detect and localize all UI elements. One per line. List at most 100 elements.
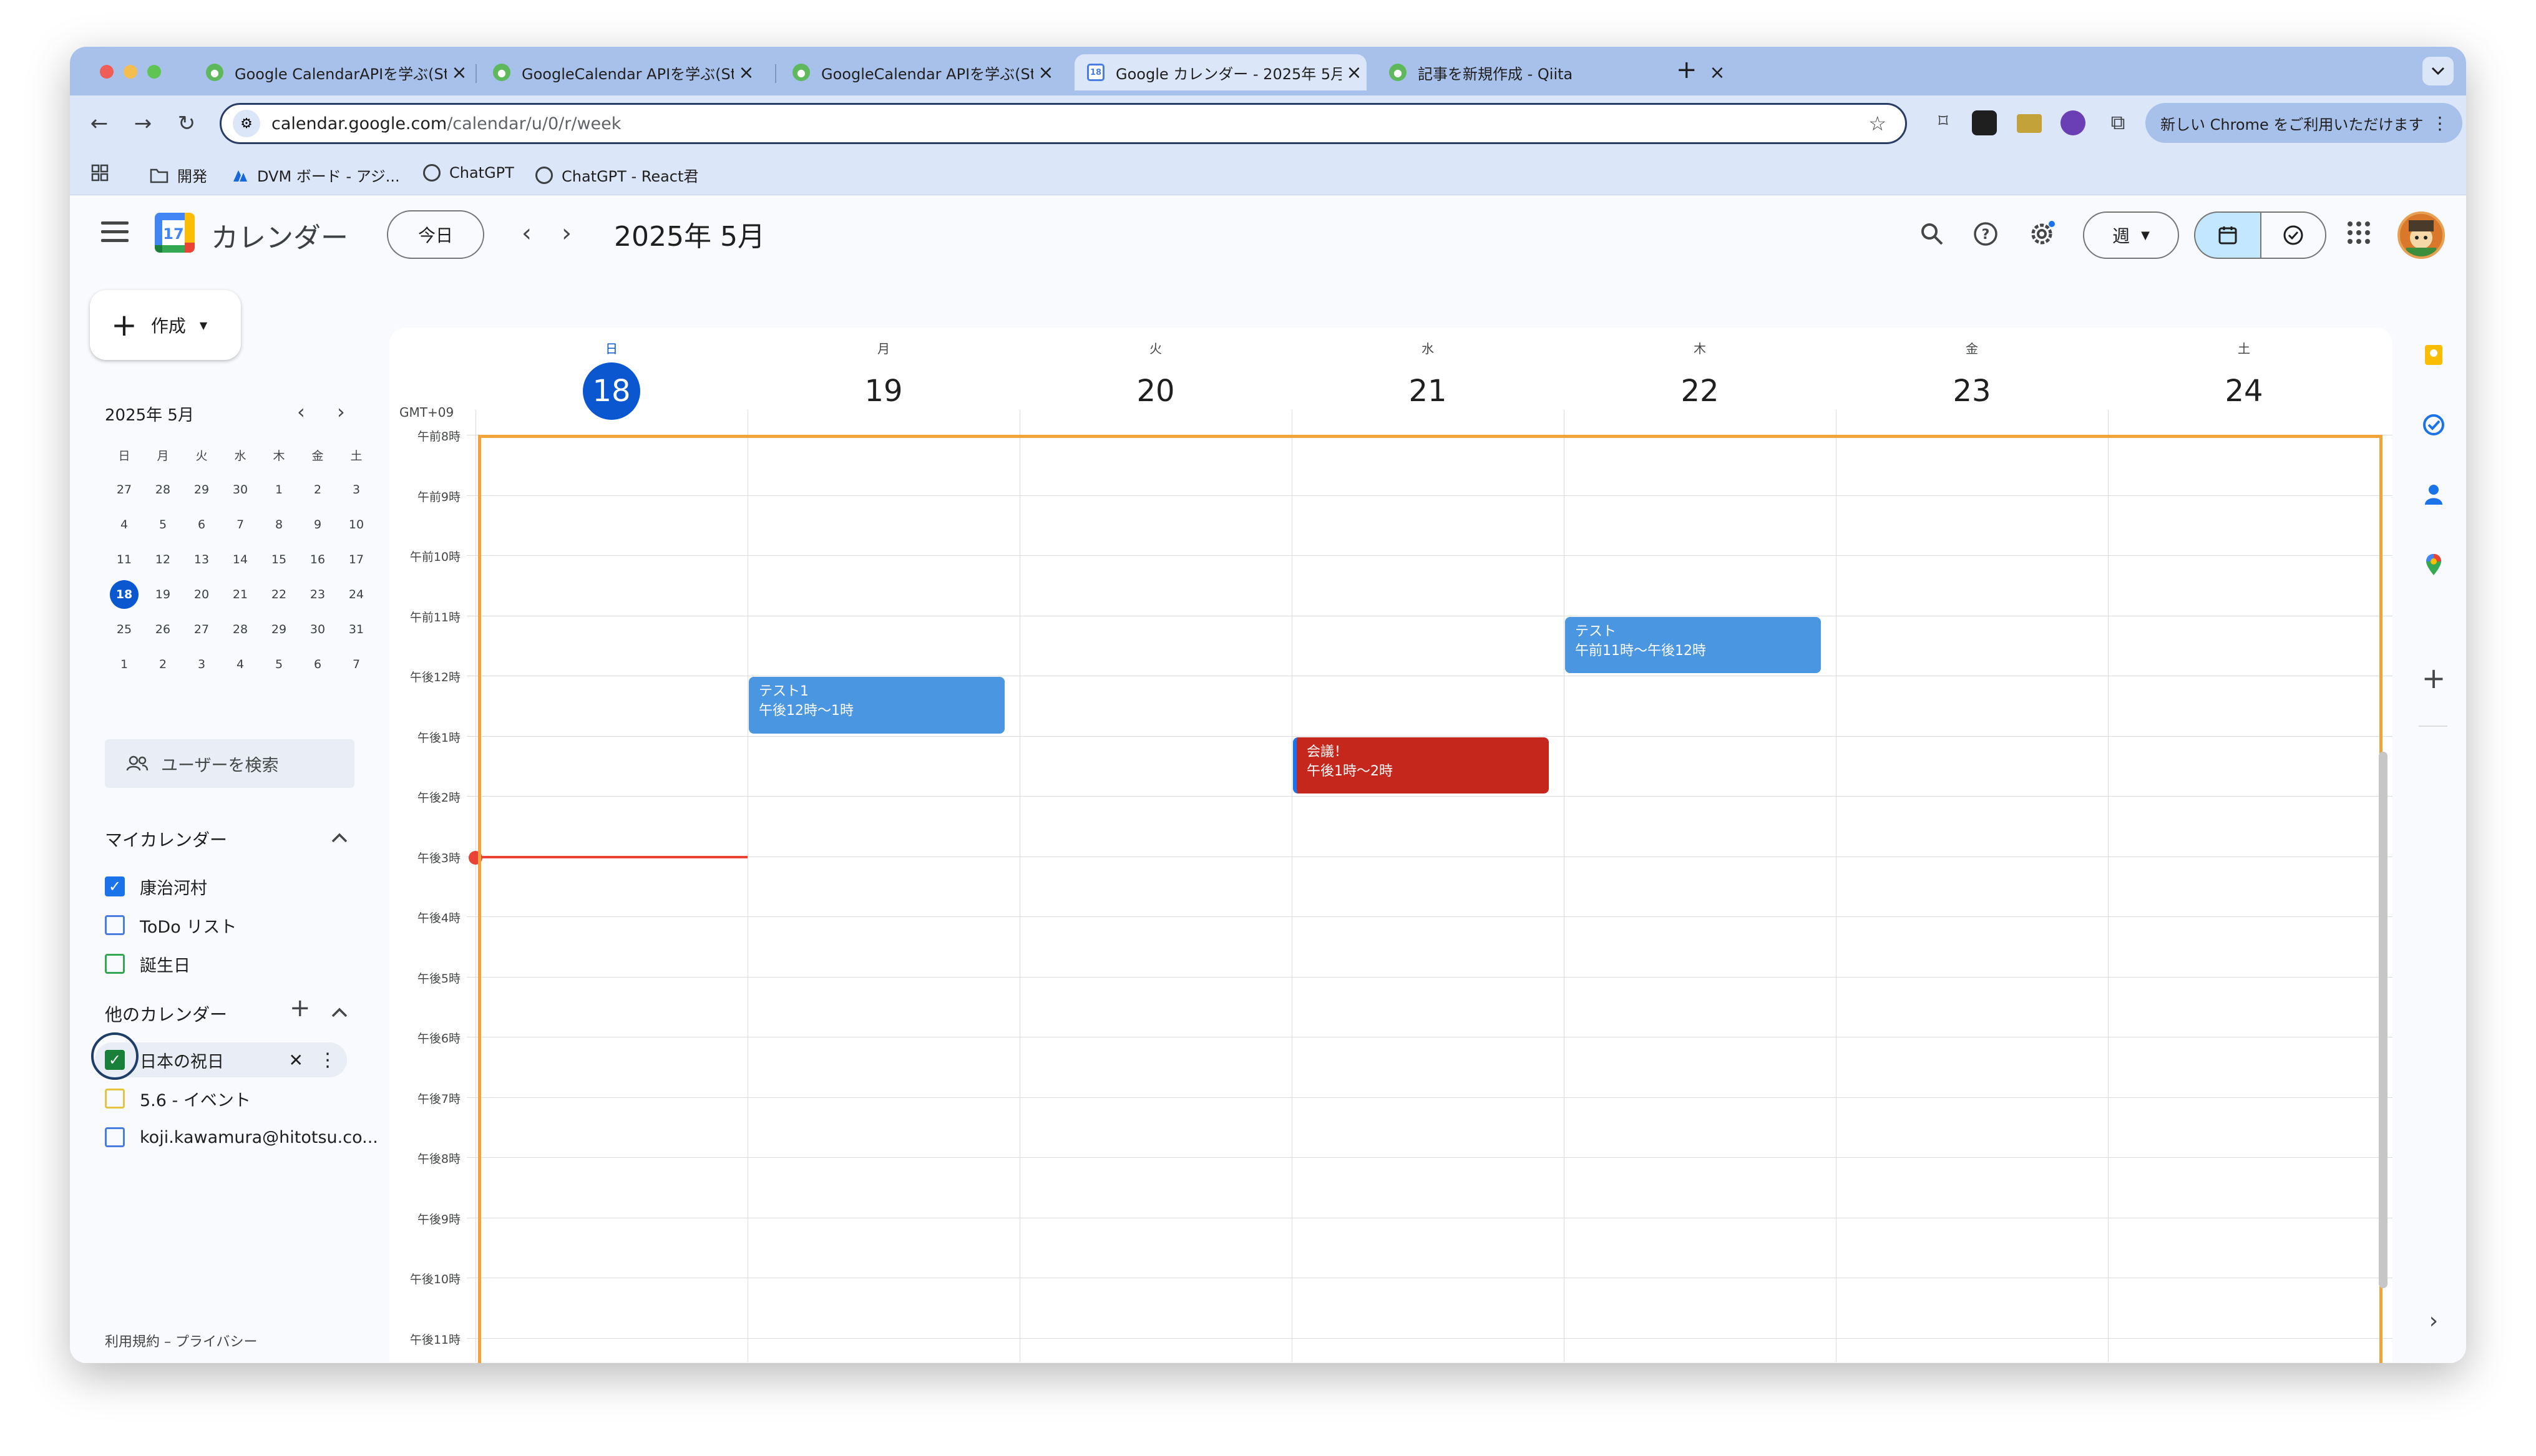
mini-day[interactable]: 4	[221, 647, 260, 682]
mini-day[interactable]: 14	[221, 542, 260, 577]
scrollbar[interactable]	[2379, 752, 2387, 1288]
main-menu-button[interactable]	[101, 221, 129, 246]
keep-icon[interactable]	[2421, 342, 2446, 367]
day-header[interactable]: 金 23	[1836, 328, 2108, 419]
day-number[interactable]: 19	[855, 362, 912, 420]
day-header[interactable]: 木 22	[1564, 328, 1836, 419]
day-header[interactable]: 月 19	[748, 328, 1020, 419]
day-number[interactable]: 24	[2215, 362, 2273, 420]
mini-day[interactable]: 7	[337, 647, 376, 682]
checkbox-icon[interactable]	[105, 1127, 125, 1147]
tab-search-button[interactable]	[2422, 57, 2454, 85]
mini-day[interactable]: 5	[144, 507, 182, 542]
unsubscribe-close-icon[interactable]: ✕	[289, 1050, 303, 1070]
mini-day[interactable]: 20	[182, 577, 221, 612]
bookmark-dvm[interactable]: DVM ボード - アジ...	[231, 164, 400, 186]
mini-day[interactable]: 5	[260, 647, 298, 682]
calendar-item[interactable]: 5.6 - イベント	[105, 1081, 367, 1116]
mini-day[interactable]: 4	[105, 507, 144, 542]
maximize-window-button[interactable]	[147, 65, 161, 79]
mini-day[interactable]: 15	[260, 542, 298, 577]
mini-day[interactable]: 11	[105, 542, 144, 577]
prev-week-button[interactable]: ‹	[522, 219, 532, 248]
mini-day[interactable]: 1	[105, 647, 144, 682]
mini-day[interactable]: 30	[298, 612, 337, 647]
mini-day[interactable]: 16	[298, 542, 337, 577]
mini-day[interactable]: 6	[298, 647, 337, 682]
browser-tab-active[interactable]: 18 Google カレンダー - 2025年 5月 ×	[1075, 54, 1367, 90]
maps-icon[interactable]	[2421, 552, 2446, 577]
close-icon[interactable]: ×	[1705, 62, 1730, 84]
address-bar[interactable]: ⚙ calendar.google.com/calendar/u/0/r/wee…	[220, 103, 1907, 144]
apps-shortcut[interactable]	[91, 164, 109, 182]
extension-icon[interactable]	[2060, 110, 2085, 135]
close-icon[interactable]: ×	[447, 62, 472, 84]
next-week-button[interactable]: ›	[562, 219, 572, 248]
browser-tab[interactable]: ● Google CalendarAPIを学ぶ(St ×	[193, 54, 472, 90]
mini-day[interactable]: 10	[337, 507, 376, 542]
calendar-item[interactable]: ✓ 康治河村	[105, 869, 367, 904]
day-number[interactable]: 22	[1671, 362, 1729, 420]
bookmark-chatgpt[interactable]: ChatGPT	[423, 164, 514, 182]
day-header[interactable]: 日 18	[476, 328, 748, 420]
close-window-button[interactable]	[100, 65, 114, 79]
mini-day[interactable]: 18	[105, 577, 144, 612]
calendar-item[interactable]: koji.kawamura@hitotsu.co...	[105, 1120, 378, 1155]
day-number[interactable]: 21	[1399, 362, 1456, 420]
extension-icon[interactable]	[2017, 114, 2042, 133]
day-header[interactable]: 土 24	[2108, 328, 2380, 419]
mini-day[interactable]: 27	[105, 472, 144, 507]
mini-next-month-button[interactable]: ›	[337, 400, 345, 424]
checkbox-icon[interactable]	[105, 1089, 125, 1109]
mini-day[interactable]: 25	[105, 612, 144, 647]
checkbox-icon[interactable]	[105, 915, 125, 935]
minimize-window-button[interactable]	[124, 65, 137, 79]
more-vert-icon[interactable]: ⋮	[318, 1049, 337, 1071]
mini-day[interactable]: 28	[221, 612, 260, 647]
help-icon[interactable]: ?	[1972, 220, 1999, 248]
mini-day[interactable]: 3	[182, 647, 221, 682]
day-header[interactable]: 水 21	[1292, 328, 1564, 419]
checkbox-icon[interactable]	[105, 954, 125, 974]
close-icon[interactable]: ×	[734, 62, 759, 84]
today-button[interactable]: 今日	[387, 210, 484, 259]
google-apps-icon[interactable]	[2348, 221, 2370, 244]
mini-day[interactable]: 24	[337, 577, 376, 612]
bookmarks-icon[interactable]: ⌑	[1931, 110, 1956, 135]
chevron-up-icon[interactable]	[331, 824, 348, 849]
forward-button[interactable]: →	[127, 108, 158, 139]
mini-day[interactable]: 9	[298, 507, 337, 542]
reload-button[interactable]: ↻	[171, 108, 202, 139]
browser-tab[interactable]: ● GoogleCalendar APIを学ぶ(St ×	[780, 54, 1058, 90]
mini-day[interactable]: 17	[337, 542, 376, 577]
new-tab-button[interactable]: +	[1676, 56, 1697, 84]
mini-day[interactable]: 23	[298, 577, 337, 612]
calendar-view-toggle[interactable]	[2194, 211, 2260, 259]
mini-day[interactable]: 7	[221, 507, 260, 542]
mini-day[interactable]: 30	[221, 472, 260, 507]
view-select-dropdown[interactable]: 週 ▼	[2083, 211, 2179, 259]
close-icon[interactable]: ×	[1033, 62, 1058, 84]
other-calendars-title[interactable]: 他のカレンダー	[105, 1001, 227, 1026]
mini-day[interactable]: 8	[260, 507, 298, 542]
calendar-item[interactable]: ToDo リスト	[105, 908, 367, 943]
search-people-field[interactable]: ユーザーを検索	[105, 739, 354, 788]
settings-gear-icon[interactable]	[2028, 220, 2056, 248]
mini-day[interactable]: 26	[144, 612, 182, 647]
mini-day[interactable]: 29	[260, 612, 298, 647]
expand-panel-icon[interactable]: ›	[2421, 1308, 2446, 1334]
tasks-view-toggle[interactable]	[2260, 211, 2326, 259]
mini-day[interactable]: 6	[182, 507, 221, 542]
chrome-update-button[interactable]: 新しい Chrome をご利用いただけます ⋮	[2145, 103, 2462, 143]
day-header[interactable]: 火 20	[1020, 328, 1292, 419]
puzzle-icon[interactable]: ⧉	[2105, 110, 2130, 135]
mini-day[interactable]: 19	[144, 577, 182, 612]
footer-links[interactable]: 利用規約 – プライバシー	[105, 1331, 258, 1351]
add-addon-icon[interactable]: +	[2421, 661, 2446, 695]
chevron-up-icon[interactable]	[331, 999, 348, 1024]
mini-day[interactable]: 28	[144, 472, 182, 507]
back-button[interactable]: ←	[84, 108, 115, 139]
day-number[interactable]: 20	[1127, 362, 1184, 420]
mini-day[interactable]: 1	[260, 472, 298, 507]
bookmark-chatgpt-react[interactable]: ChatGPT - React君	[535, 164, 698, 186]
